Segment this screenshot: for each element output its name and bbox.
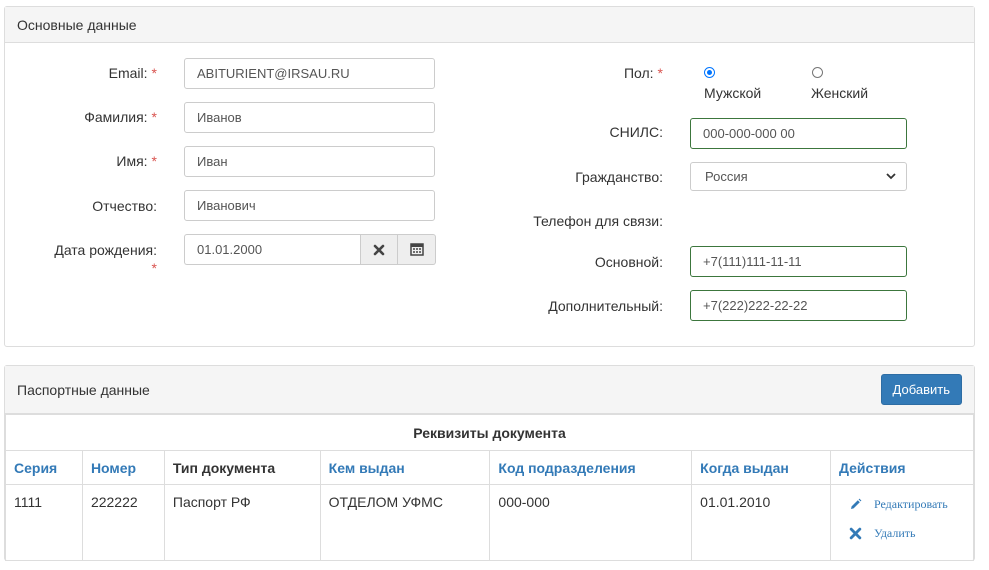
cell-doc-type: Паспорт РФ: [163, 484, 321, 561]
edit-label: Редактировать: [874, 497, 948, 511]
first-name-input[interactable]: Иван: [184, 146, 435, 177]
clear-date-button[interactable]: [360, 234, 398, 265]
phone-extra-label: Дополнительный:: [548, 298, 663, 314]
gender-female-radio[interactable]: [812, 67, 823, 78]
birth-date-input[interactable]: 01.01.2000: [184, 234, 360, 265]
close-icon: [849, 527, 862, 540]
table-row: 1111 222222 Паспорт РФ ОТДЕЛОМ УФМС 000-…: [5, 484, 974, 561]
cell-issued-date: 01.01.2010: [691, 484, 831, 561]
column-issued-date[interactable]: Когда выдан: [691, 450, 831, 485]
column-division-code[interactable]: Код подразделения: [489, 450, 693, 485]
add-passport-button[interactable]: Добавить: [880, 374, 962, 405]
email-input[interactable]: ABITURIENT@IRSAU.RU: [184, 58, 435, 89]
cell-division-code: 000-000: [489, 484, 693, 561]
gender-male-label: Мужской: [704, 85, 762, 101]
delete-button[interactable]: Удалить: [849, 526, 965, 541]
patronymic-input[interactable]: Иванович: [184, 190, 435, 221]
patronymic-label: Отчество:: [92, 198, 157, 214]
clear-icon: [373, 244, 385, 255]
first-name-label: Имя: *: [116, 153, 157, 169]
phone-heading: Телефон для связи:: [533, 213, 663, 229]
gender-female-label: Женский: [811, 85, 869, 101]
citizenship-value: Россия: [705, 169, 748, 184]
edit-button[interactable]: Редактировать: [849, 497, 965, 512]
cell-actions: Редактировать Удалить: [830, 484, 974, 561]
column-actions[interactable]: Действия: [830, 450, 974, 485]
calendar-icon: [409, 243, 424, 256]
phone-main-input[interactable]: +7(111)111-11-11: [690, 246, 907, 277]
phone-main-label: Основной:: [594, 254, 663, 270]
document-details-header: Реквизиты документа: [5, 414, 974, 451]
column-number[interactable]: Номер: [81, 450, 165, 485]
last-name-input[interactable]: Иванов: [184, 102, 435, 133]
pencil-icon: [851, 498, 862, 509]
column-series[interactable]: Серия: [5, 450, 83, 485]
delete-label: Удалить: [874, 526, 916, 540]
email-label: Email: *: [108, 65, 157, 81]
passport-panel: Паспортные данные Добавить Реквизиты док…: [4, 365, 975, 561]
cell-issued-by: ОТДЕЛОМ УФМС: [319, 484, 491, 561]
column-doc-type: Тип документа: [163, 450, 321, 485]
last-name-label: Фамилия: *: [84, 109, 157, 125]
main-data-heading: Основные данные: [5, 7, 974, 43]
birth-date-label: Дата рождения:: [54, 242, 157, 258]
cell-series: 1111: [5, 484, 83, 561]
column-issued-by[interactable]: Кем выдан: [319, 450, 491, 485]
citizenship-label: Гражданство:: [575, 169, 663, 185]
passport-title: Паспортные данные: [17, 381, 150, 398]
gender-male-radio[interactable]: [704, 67, 715, 78]
chevron-down-icon: [886, 173, 896, 180]
gender-label: Пол: *: [623, 65, 663, 81]
phone-extra-input[interactable]: +7(222)222-22-22: [690, 290, 907, 321]
birth-date-group: 01.01.2000: [184, 234, 436, 265]
birth-date-required: *: [151, 260, 157, 276]
main-data-title: Основные данные: [17, 16, 137, 33]
calendar-button[interactable]: [398, 234, 436, 265]
main-data-panel: Основные данные Email: * ABITURIENT@IRSAU…: [4, 6, 975, 347]
snils-label: СНИЛС:: [609, 124, 663, 140]
cell-number: 222222: [81, 484, 165, 561]
passport-heading: Паспортные данные Добавить: [5, 366, 974, 414]
snils-input[interactable]: 000-000-000 00: [690, 118, 907, 149]
citizenship-select[interactable]: Россия: [690, 162, 907, 191]
passport-table: Реквизиты документа Серия Номер Тип доку…: [5, 414, 974, 561]
